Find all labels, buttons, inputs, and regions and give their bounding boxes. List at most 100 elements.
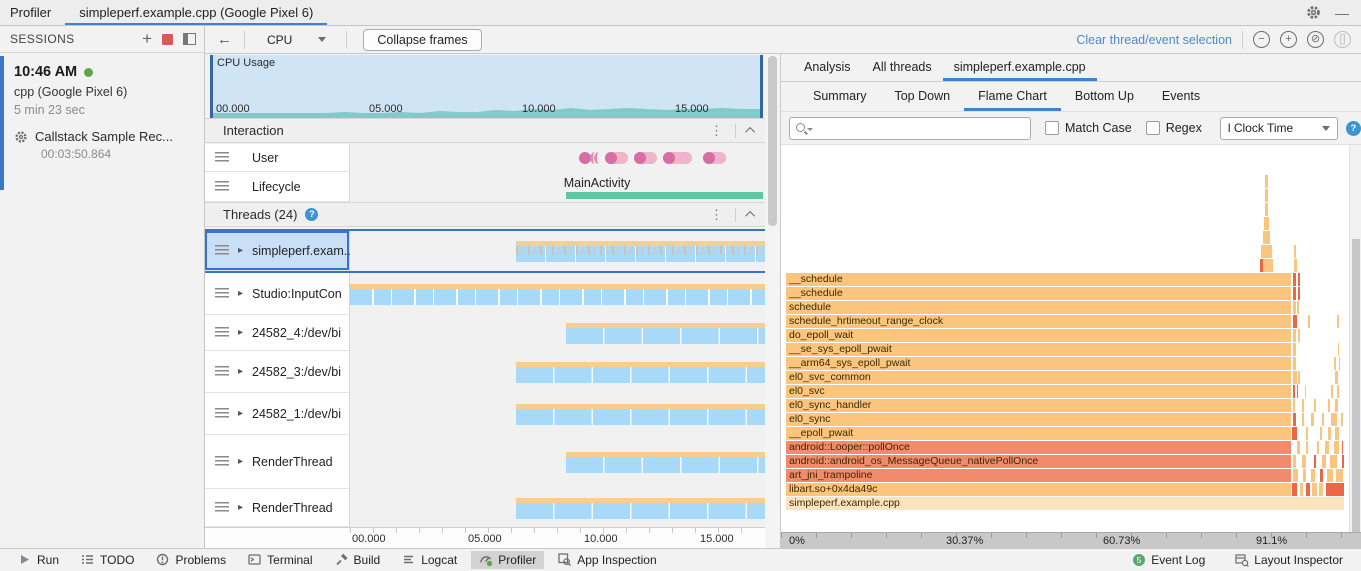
flame-frame-fragment[interactable] bbox=[1297, 301, 1299, 314]
flame-frame-fragment[interactable] bbox=[1292, 385, 1295, 398]
flame-frame-el0-sync-handler[interactable]: el0_sync_handler bbox=[786, 399, 1292, 412]
activity-bar[interactable] bbox=[565, 192, 763, 199]
drag-handle-icon[interactable] bbox=[215, 502, 229, 513]
thread-track[interactable] bbox=[350, 273, 765, 315]
thread-label-cell[interactable]: ▸ RenderThread bbox=[205, 435, 350, 489]
flame-frame-fragment[interactable] bbox=[1263, 259, 1274, 272]
thread-activity-bar[interactable] bbox=[516, 403, 765, 425]
thread-label-cell[interactable]: ▸ Studio:InputCon bbox=[205, 273, 350, 315]
collapse-frames-button[interactable]: Collapse frames bbox=[363, 28, 482, 51]
session-entry[interactable]: 10:46 AM cpp (Google Pixel 6) 5 min 23 s… bbox=[0, 56, 204, 190]
flame-frame-fragment[interactable] bbox=[1311, 469, 1316, 482]
flame-frame-fragment[interactable] bbox=[1330, 455, 1338, 468]
flame-frame-fragment[interactable] bbox=[1342, 455, 1345, 468]
statusbar-item-profiler[interactable]: Profiler bbox=[471, 551, 545, 569]
flame-frame-libart-so-0x4da49c[interactable]: libart.so+0x4da49c bbox=[786, 483, 1292, 496]
expand-arrow-icon[interactable]: ▸ bbox=[238, 327, 243, 338]
flame-frame-fragment[interactable] bbox=[1328, 427, 1331, 440]
search-input[interactable] bbox=[814, 121, 994, 135]
drag-handle-icon[interactable] bbox=[215, 288, 229, 299]
reset-zoom-icon[interactable]: ⊘ bbox=[1307, 31, 1324, 48]
thread-row-renderthread-5[interactable]: ▸ RenderThread bbox=[205, 435, 765, 489]
back-arrow-icon[interactable]: ← bbox=[217, 31, 232, 48]
drag-handle-icon[interactable] bbox=[215, 408, 229, 419]
flame-frame-fragment[interactable] bbox=[1330, 413, 1338, 426]
clock-type-dropdown[interactable]: l Clock Time bbox=[1219, 116, 1338, 140]
zoom-out-icon[interactable]: − bbox=[1253, 31, 1270, 48]
timeline-scrollbar[interactable] bbox=[765, 54, 780, 548]
help-icon[interactable]: ? bbox=[1345, 120, 1361, 136]
thread-track[interactable] bbox=[350, 231, 765, 271]
thread-track[interactable] bbox=[350, 489, 765, 527]
user-event-marker[interactable] bbox=[663, 152, 676, 164]
thread-label-cell[interactable]: ▸ 24582_3:/dev/bi bbox=[205, 351, 350, 393]
profiler-type-dropdown[interactable]: CPU bbox=[259, 31, 334, 49]
flame-frame-fragment[interactable] bbox=[1292, 413, 1296, 426]
flame-frame-fragment[interactable] bbox=[1293, 301, 1296, 314]
kebab-menu-icon[interactable]: ⋮ bbox=[710, 207, 723, 223]
search-field[interactable] bbox=[789, 116, 1031, 140]
flame-frame-fragment[interactable] bbox=[1293, 329, 1297, 342]
tab-all-threads[interactable]: All threads bbox=[862, 54, 943, 81]
flame-frame-fragment[interactable] bbox=[1336, 469, 1343, 482]
flame-frame-fragment[interactable] bbox=[1333, 441, 1339, 454]
hide-panel-icon[interactable]: — bbox=[1335, 5, 1349, 21]
flame-frame-fragment[interactable] bbox=[1302, 399, 1304, 412]
flame-frame-fragment[interactable] bbox=[1335, 399, 1339, 412]
tab-analysis[interactable]: Analysis bbox=[793, 54, 862, 81]
thread-activity-bar[interactable] bbox=[516, 361, 765, 383]
thread-row-renderthread-6[interactable]: ▸ RenderThread bbox=[205, 489, 765, 527]
tab-session[interactable]: simpleperf.example.cpp (Google Pixel 6) bbox=[65, 0, 328, 25]
flame-frame-fragment[interactable] bbox=[1293, 371, 1297, 384]
lifecycle-lane[interactable]: Lifecycle MainActivity bbox=[205, 172, 765, 202]
flame-frame-fragment[interactable] bbox=[1330, 385, 1333, 398]
flame-frame-fragment[interactable] bbox=[1299, 483, 1304, 496]
flame-frame-fragment[interactable] bbox=[1292, 455, 1296, 468]
flame-frame-fragment[interactable] bbox=[1292, 399, 1296, 412]
flame-frame-fragment[interactable] bbox=[1265, 175, 1269, 188]
flame-frame-fragment[interactable] bbox=[1297, 273, 1300, 286]
flame-frame-fragment[interactable] bbox=[1294, 245, 1297, 258]
drag-handle-icon[interactable] bbox=[215, 181, 229, 192]
flame-frame-fragment[interactable] bbox=[1326, 469, 1333, 482]
statusbar-item-app-inspection[interactable]: App Inspection bbox=[550, 551, 664, 569]
expand-arrow-icon[interactable]: ▸ bbox=[238, 408, 243, 419]
thread-activity-bar[interactable] bbox=[516, 497, 765, 519]
flame-frame-schedule[interactable]: __schedule bbox=[786, 273, 1292, 286]
thread-label-cell[interactable]: ▸ RenderThread bbox=[205, 489, 350, 527]
flame-frame-fragment[interactable] bbox=[1304, 385, 1307, 398]
statusbar-item-todo[interactable]: TODO bbox=[73, 551, 142, 569]
scrollbar-thumb[interactable] bbox=[768, 56, 777, 226]
flame-frame-fragment[interactable] bbox=[1337, 385, 1339, 398]
flame-frame-fragment[interactable] bbox=[1305, 483, 1310, 496]
flame-frame-fragment[interactable] bbox=[1292, 427, 1297, 440]
flame-frame-fragment[interactable] bbox=[1297, 441, 1300, 454]
thread-track[interactable] bbox=[350, 435, 765, 489]
statusbar-item-run[interactable]: Run bbox=[10, 551, 67, 569]
thread-track[interactable] bbox=[350, 315, 765, 351]
subtab-flame-chart[interactable]: Flame Chart bbox=[964, 82, 1061, 111]
thread-label-cell[interactable]: ▸ simpleperf.exam... bbox=[205, 231, 354, 271]
flame-frame-arm64-sys-epoll-pwait[interactable]: __arm64_sys_epoll_pwait bbox=[786, 357, 1292, 370]
flame-frame-android-android-os-messagequeue-nativepollonce[interactable]: android::android_os_MessageQueue_nativeP… bbox=[786, 455, 1292, 468]
expand-arrow-icon[interactable]: ▸ bbox=[238, 502, 243, 513]
thread-track[interactable] bbox=[350, 393, 765, 435]
scrollbar-thumb[interactable] bbox=[1352, 239, 1360, 532]
collapse-section-icon[interactable] bbox=[745, 126, 756, 137]
flame-scrollbar[interactable] bbox=[1349, 145, 1361, 532]
flame-frame-el0-svc[interactable]: el0_svc bbox=[786, 385, 1292, 398]
flame-frame-fragment[interactable] bbox=[1311, 483, 1317, 496]
subtab-top-down[interactable]: Top Down bbox=[880, 82, 964, 111]
thread-row-simpleperf-exam-0[interactable]: ▸ simpleperf.exam... bbox=[205, 229, 765, 273]
flame-frame-fragment[interactable] bbox=[1303, 469, 1307, 482]
flame-frame-fragment[interactable] bbox=[1311, 413, 1314, 426]
expand-arrow-icon[interactable]: ▸ bbox=[238, 245, 243, 256]
interaction-header[interactable]: Interaction ⋮ bbox=[205, 118, 765, 143]
flame-frame-fragment[interactable] bbox=[1314, 399, 1316, 412]
expand-arrow-icon[interactable]: ▸ bbox=[238, 456, 243, 467]
flame-frame-fragment[interactable] bbox=[1335, 427, 1340, 440]
flame-frame-fragment[interactable] bbox=[1294, 259, 1297, 272]
clear-selection-link[interactable]: Clear thread/event selection bbox=[1076, 33, 1232, 47]
flame-frame-android-looper-pollonce[interactable]: android::Looper::pollOnce bbox=[786, 441, 1292, 454]
flame-frame-fragment[interactable] bbox=[1297, 287, 1300, 300]
